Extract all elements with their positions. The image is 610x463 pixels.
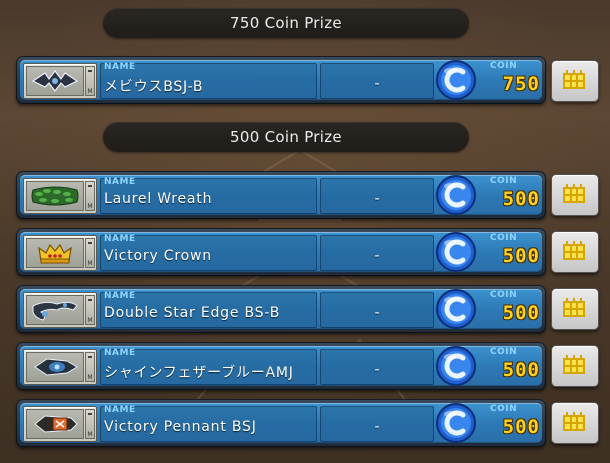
double-star-edge-icon: [26, 295, 84, 325]
grid-button[interactable]: [551, 60, 599, 102]
item-thumbnail: M: [23, 63, 97, 99]
grid-icon: [563, 184, 585, 203]
item-thumbnail: M: [23, 178, 97, 214]
pennant-icon: [26, 409, 84, 439]
item-name: Victory Crown: [104, 248, 212, 264]
grid-icon: [563, 241, 585, 260]
item-slot-tab: M: [85, 295, 95, 325]
prize-row[interactable]: M NAME シャインフェザーブルーAMJ - COIN 500: [16, 342, 546, 390]
extra-panel: -: [320, 63, 434, 99]
coin-icon: [436, 346, 476, 386]
grid-button[interactable]: [551, 174, 599, 216]
extra-value: -: [374, 362, 380, 378]
item-thumbnail: M: [23, 406, 97, 442]
coin-icon: [436, 60, 476, 100]
name-caption: NAME: [104, 177, 136, 187]
grid-icon: [563, 70, 585, 89]
winged-emblem-icon: [26, 66, 84, 96]
prize-row[interactable]: M NAME Victory Pennant BSJ - COIN 500: [16, 399, 546, 447]
prize-row-body: M NAME シャインフェザーブルーAMJ - COIN 500: [20, 346, 542, 386]
name-caption: NAME: [104, 348, 136, 358]
prize-row-body: M NAME Double Star Edge BS-B - COIN 500: [20, 289, 542, 329]
item-slot-tab: M: [85, 409, 95, 439]
grid-icon: [563, 355, 585, 374]
section-header-750: 750 Coin Prize: [103, 8, 469, 38]
item-name: メビウスBSJ-B: [104, 79, 204, 95]
coin-icon: [436, 403, 476, 443]
coin-value: 500: [502, 302, 540, 324]
section-header-500: 500 Coin Prize: [103, 122, 469, 152]
name-caption: NAME: [104, 62, 136, 72]
prize-row[interactable]: M NAME Victory Crown - COIN 500: [16, 228, 546, 276]
coin-value: 500: [502, 188, 540, 210]
coin-value: 750: [502, 73, 540, 95]
item-name: シャインフェザーブルーAMJ: [104, 365, 294, 381]
item-slot-tab: M: [85, 181, 95, 211]
shine-feather-icon: [26, 352, 84, 382]
coin-caption: COIN: [490, 290, 518, 300]
item-slot-tab: M: [85, 238, 95, 268]
item-thumbnail: M: [23, 292, 97, 328]
item-name: Victory Pennant BSJ: [104, 419, 257, 435]
laurel-wreath-icon: [26, 181, 84, 211]
prize-row-body: M NAME Victory Pennant BSJ - COIN 500: [20, 403, 542, 443]
extra-panel: -: [320, 349, 434, 385]
prize-row-body: M NAME メビウスBSJ-B - COIN 750: [20, 60, 542, 100]
coin-icon: [436, 232, 476, 272]
extra-value: -: [374, 76, 380, 92]
coin-value: 500: [502, 416, 540, 438]
item-thumbnail: M: [23, 235, 97, 271]
coin-caption: COIN: [490, 404, 518, 414]
extra-panel: -: [320, 292, 434, 328]
prize-row[interactable]: M NAME Double Star Edge BS-B - COIN 500: [16, 285, 546, 333]
coin-caption: COIN: [490, 233, 518, 243]
name-caption: NAME: [104, 291, 136, 301]
item-name: Double Star Edge BS-B: [104, 305, 281, 321]
extra-panel: -: [320, 406, 434, 442]
name-caption: NAME: [104, 405, 136, 415]
prize-row[interactable]: M NAME メビウスBSJ-B - COIN 750: [16, 56, 546, 104]
grid-button[interactable]: [551, 402, 599, 444]
coin-icon: [436, 175, 476, 215]
grid-icon: [563, 298, 585, 317]
coin-caption: COIN: [490, 61, 518, 71]
coin-value: 500: [502, 245, 540, 267]
coin-icon: [436, 289, 476, 329]
prize-row-body: M NAME Victory Crown - COIN 500: [20, 232, 542, 272]
extra-panel: -: [320, 235, 434, 271]
extra-panel: -: [320, 178, 434, 214]
prize-row-body: M NAME Laurel Wreath - COIN 500: [20, 175, 542, 215]
coin-value: 500: [502, 359, 540, 381]
item-slot-tab: M: [85, 352, 95, 382]
prize-row[interactable]: M NAME Laurel Wreath - COIN 500: [16, 171, 546, 219]
crown-icon: [26, 238, 84, 268]
grid-button[interactable]: [551, 231, 599, 273]
extra-value: -: [374, 419, 380, 435]
item-slot-tab: M: [85, 66, 95, 96]
grid-button[interactable]: [551, 345, 599, 387]
item-name: Laurel Wreath: [104, 191, 213, 207]
name-caption: NAME: [104, 234, 136, 244]
grid-icon: [563, 412, 585, 431]
extra-value: -: [374, 191, 380, 207]
extra-value: -: [374, 248, 380, 264]
coin-caption: COIN: [490, 176, 518, 186]
coin-caption: COIN: [490, 347, 518, 357]
item-thumbnail: M: [23, 349, 97, 385]
extra-value: -: [374, 305, 380, 321]
grid-button[interactable]: [551, 288, 599, 330]
